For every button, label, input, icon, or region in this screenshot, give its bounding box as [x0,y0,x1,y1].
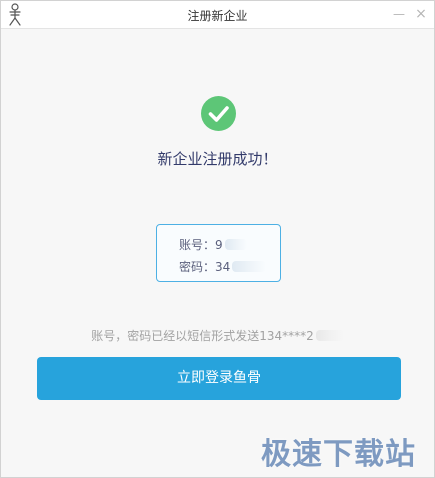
close-button[interactable]: × [412,5,430,23]
password-label: 密码： [179,260,216,274]
sms-notice-text: 账号，密码已经以短信形式发送134****2 [91,329,314,343]
title-bar[interactable]: 注册新企业 — × [1,1,434,29]
phone-redaction [315,330,344,341]
password-value: 34 [215,260,231,274]
register-window: 注册新企业 — × 新企业注册成功！ 账号：9 密码：34 账号，密码已经以短信… [0,0,435,478]
account-label: 账号： [179,238,216,252]
credentials-box: 账号：9 密码：34 [156,224,281,282]
sms-notice: 账号，密码已经以短信形式发送134****2 [1,327,434,344]
watermark: 极速下载站 [261,437,416,472]
success-message: 新企业注册成功！ [157,150,278,168]
account-redaction [224,239,247,250]
window-title: 注册新企业 [187,9,248,23]
password-redaction [232,261,267,272]
check-circle-icon [201,96,236,131]
password-row: 密码：34 [179,258,267,275]
account-value: 9 [215,238,223,252]
login-button[interactable]: 立即登录鱼骨 [37,357,401,400]
minimize-button[interactable]: — [390,5,408,23]
account-row: 账号：9 [179,236,247,253]
